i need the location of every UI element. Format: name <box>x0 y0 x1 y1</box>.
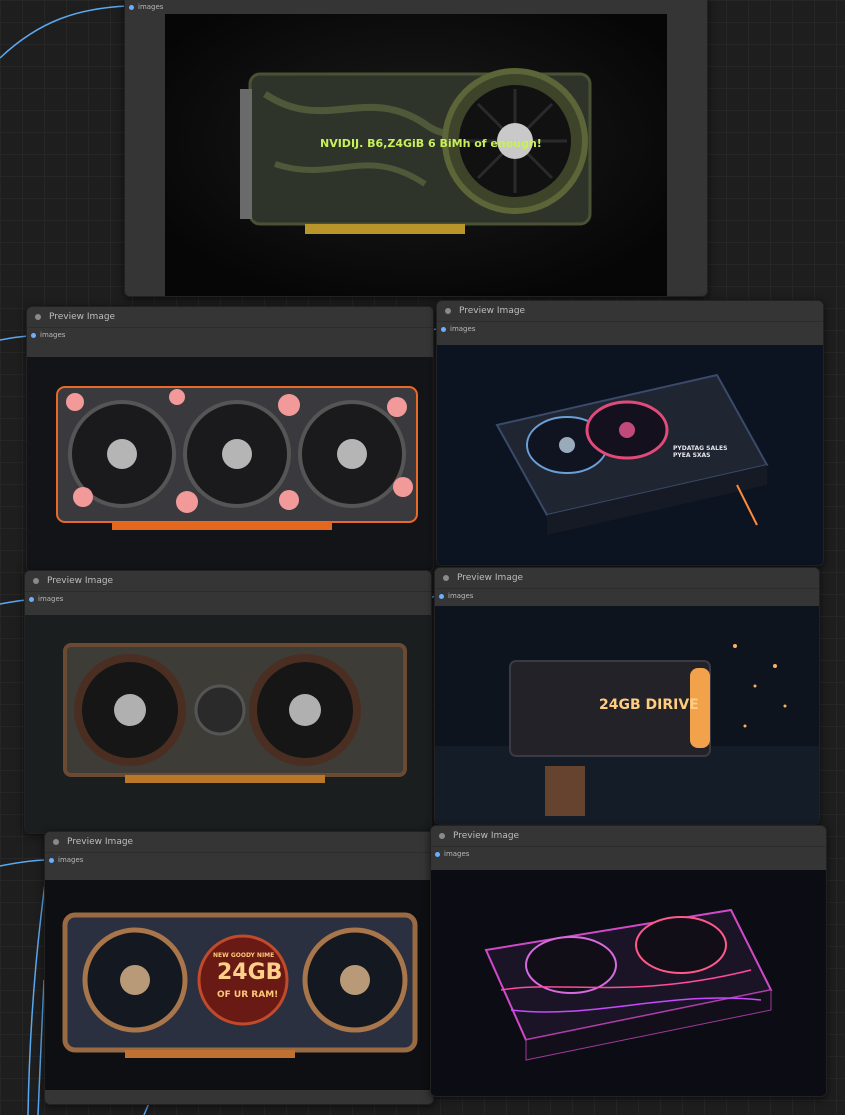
images-input-slot[interactable]: images <box>45 853 433 867</box>
preview-caption-6-bottom: OF UR RAM! <box>217 990 279 1000</box>
preview-image-node-1[interactable]: images NVIDIJ. B6,Z4GiB 6 BiMh of enough… <box>124 0 708 297</box>
slot-dot-icon <box>441 326 446 332</box>
images-input-slot[interactable]: images <box>431 847 826 861</box>
preview-image-node-3[interactable]: Preview Image images PYDATAG SALES PYEA … <box>436 300 824 566</box>
preview-image-node-7[interactable]: Preview Image images <box>430 825 827 1097</box>
slot-dot-icon <box>439 593 444 599</box>
preview-image-node-6[interactable]: Preview Image images NEW GOODY NIME 24GB… <box>44 831 434 1105</box>
node-header[interactable]: Preview Image <box>437 301 823 322</box>
collapse-dot-icon[interactable] <box>443 575 449 581</box>
slot-dot-icon <box>29 596 34 602</box>
preview-caption-3: PYDATAG SALES PYEA SXAS <box>673 445 728 459</box>
preview-image-7 <box>431 870 826 1096</box>
collapse-dot-icon[interactable] <box>53 839 59 845</box>
images-input-slot[interactable]: images <box>435 589 819 603</box>
collapse-dot-icon[interactable] <box>445 308 451 314</box>
slot-label: images <box>448 592 474 600</box>
slot-dot-icon <box>49 857 54 863</box>
preview-image-node-2[interactable]: Preview Image images <box>26 306 434 572</box>
preview-caption-1: NVIDIJ. B6,Z4GiB 6 BiMh of enough! <box>320 137 542 150</box>
node-header[interactable]: Preview Image <box>25 571 431 592</box>
preview-caption-6-main: 24GB <box>217 960 283 985</box>
slot-label: images <box>38 595 64 603</box>
slot-label: images <box>40 331 66 339</box>
slot-label: images <box>444 850 470 858</box>
node-header[interactable]: Preview Image <box>435 568 819 589</box>
preview-image-1: NVIDIJ. B6,Z4GiB 6 BiMh of enough! <box>165 14 667 296</box>
slot-dot-icon <box>129 4 134 10</box>
images-input-slot[interactable]: images <box>27 328 433 342</box>
node-title: Preview Image <box>459 306 526 316</box>
slot-label: images <box>58 856 84 864</box>
collapse-dot-icon[interactable] <box>439 833 445 839</box>
images-input-slot[interactable]: images <box>437 322 823 336</box>
slot-label: images <box>138 3 164 11</box>
preview-image-node-4[interactable]: Preview Image images <box>24 570 432 834</box>
images-input-slot[interactable]: images <box>125 0 707 14</box>
preview-image-4 <box>25 615 431 833</box>
node-title: Preview Image <box>49 312 116 322</box>
preview-image-2 <box>27 357 433 571</box>
preview-image-5: 24GB DIRIVE <box>435 606 819 824</box>
collapse-dot-icon[interactable] <box>33 578 39 584</box>
node-title: Preview Image <box>47 576 114 586</box>
node-title: Preview Image <box>453 831 520 841</box>
collapse-dot-icon[interactable] <box>35 314 41 320</box>
slot-label: images <box>450 325 476 333</box>
preview-image-3: PYDATAG SALES PYEA SXAS <box>437 345 823 565</box>
slot-dot-icon <box>31 332 36 338</box>
node-header[interactable]: Preview Image <box>45 832 433 853</box>
images-input-slot[interactable]: images <box>25 592 431 606</box>
node-title: Preview Image <box>67 837 134 847</box>
preview-caption-6-top: NEW GOODY NIME <box>213 952 275 959</box>
node-header[interactable]: Preview Image <box>431 826 826 847</box>
preview-caption-5: 24GB DIRIVE <box>599 697 699 713</box>
slot-dot-icon <box>435 851 440 857</box>
node-title: Preview Image <box>457 573 524 583</box>
preview-image-node-5[interactable]: Preview Image images 24GB DIRIVE <box>434 567 820 825</box>
node-header[interactable]: Preview Image <box>27 307 433 328</box>
preview-image-6: NEW GOODY NIME 24GB OF UR RAM! <box>45 880 433 1090</box>
